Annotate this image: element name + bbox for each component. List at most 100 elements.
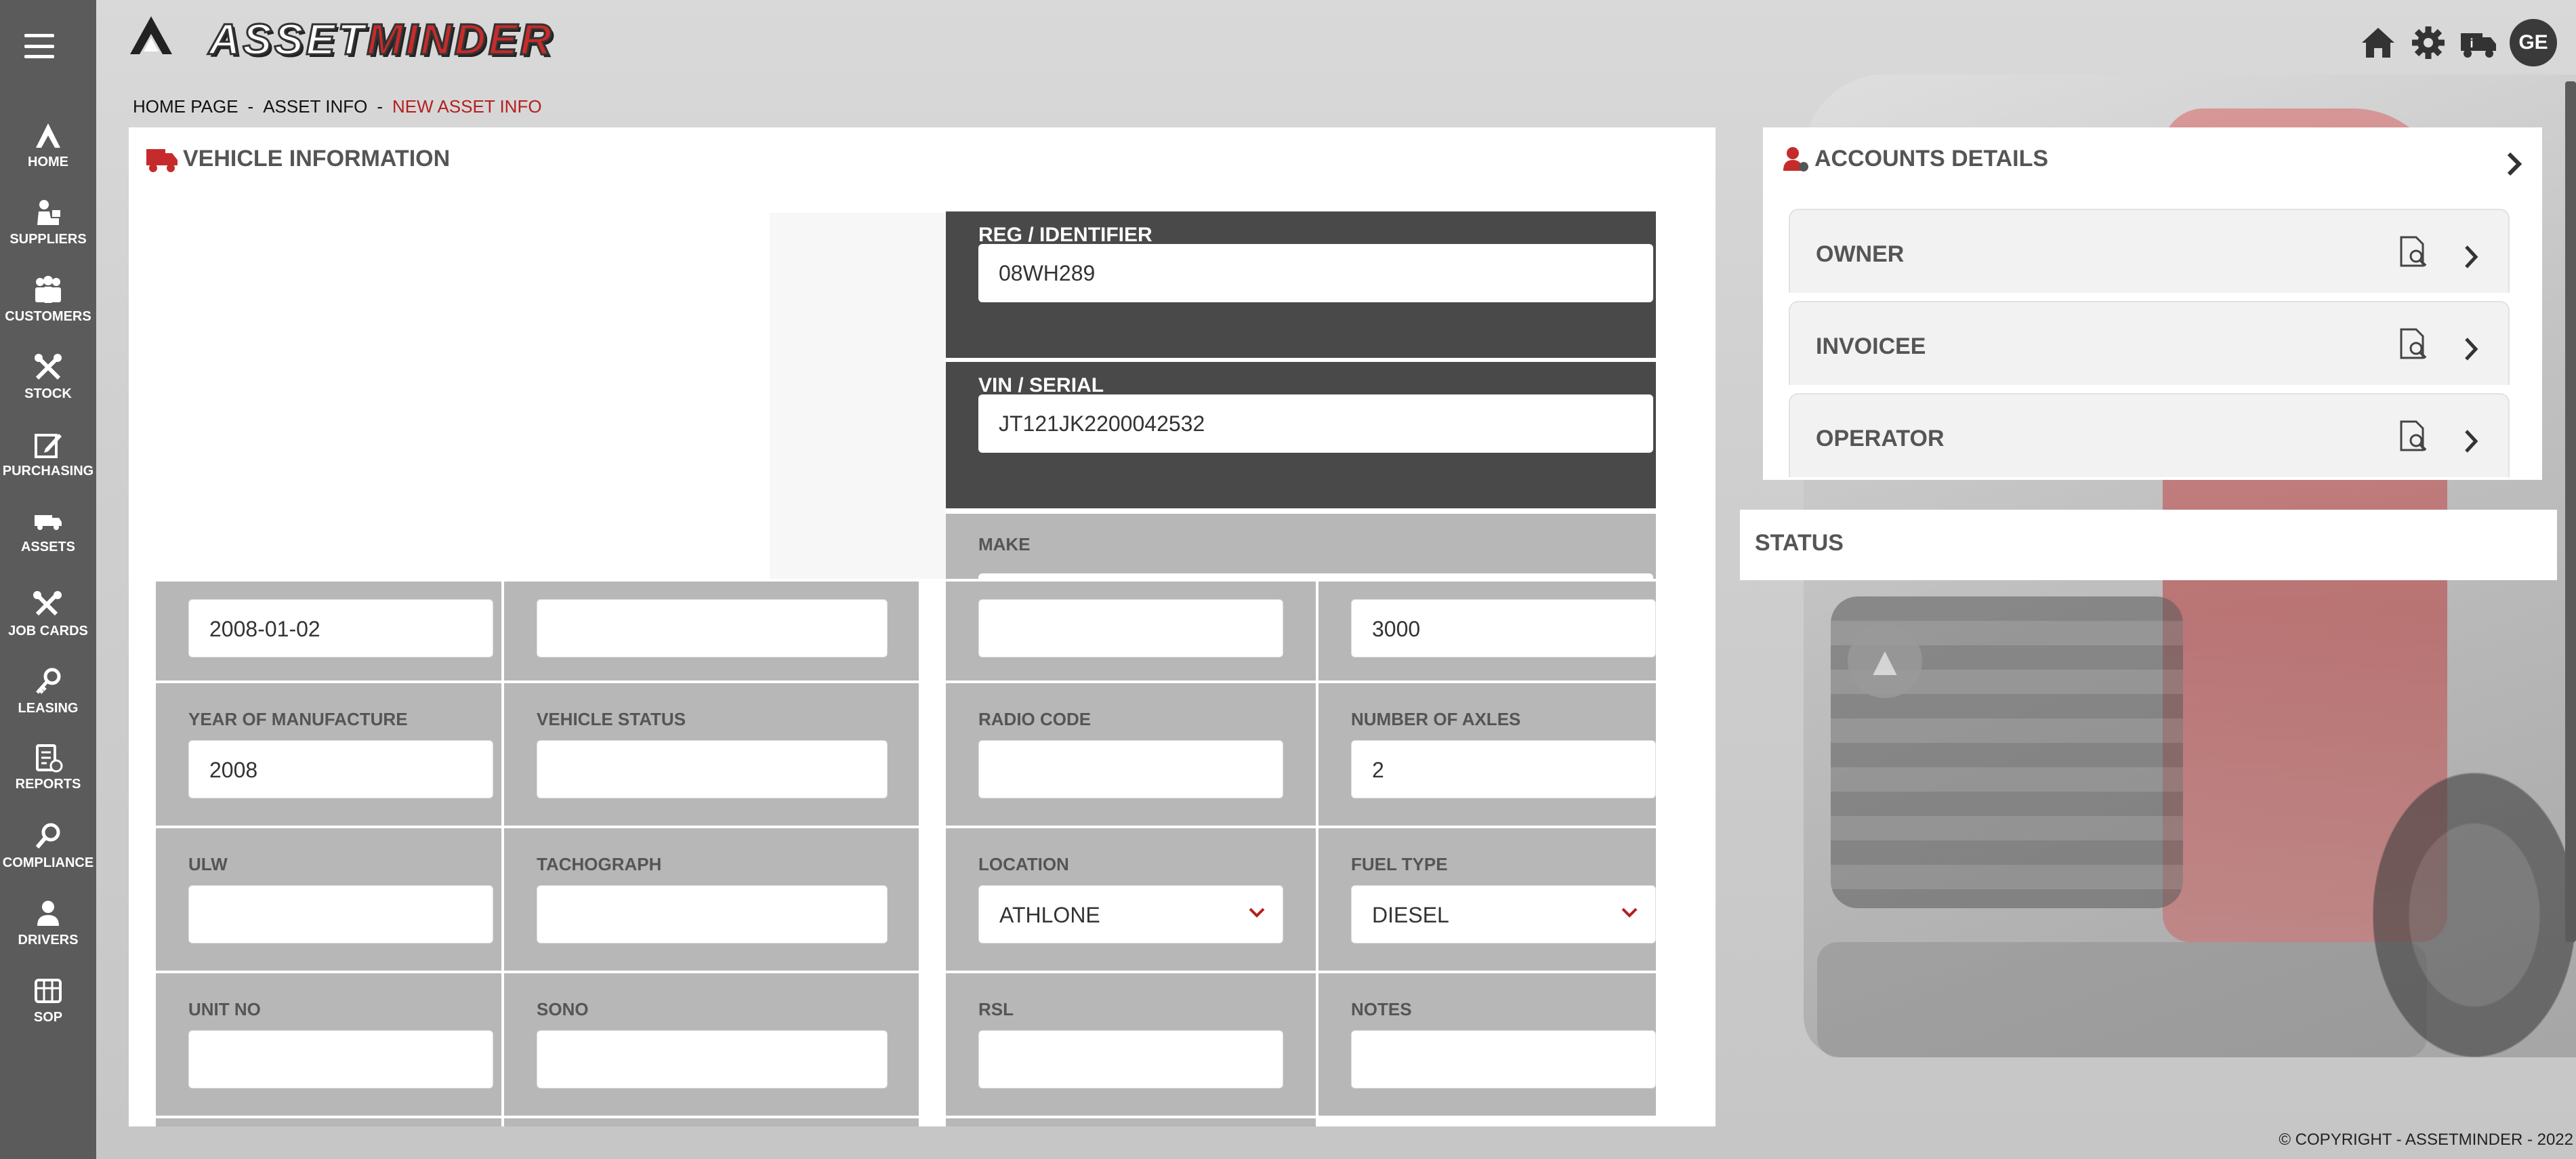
sono-input[interactable]: [537, 1030, 888, 1089]
page-scrollbar[interactable]: [2565, 81, 2576, 942]
sidebar-item-label: ASSETS: [20, 540, 76, 554]
svg-text:i: i: [2470, 37, 2473, 50]
sidebar-item-label: HOME: [28, 155, 68, 169]
chevron-right-icon[interactable]: [2506, 150, 2523, 178]
next-row-cell: [946, 1118, 1316, 1126]
settings-gear-icon[interactable]: [2409, 24, 2447, 62]
truck-wheel-shape: [2373, 773, 2576, 1057]
sidebar-item-assets[interactable]: ASSETS: [0, 506, 96, 555]
status-panel: STATUS: [1740, 510, 2557, 580]
sidebar-item-label: STOCK: [24, 386, 72, 401]
accounts-details-panel: ACCOUNTS DETAILS OWNER INVOICEE OPERATOR: [1763, 127, 2542, 480]
sidebar-item-sop[interactable]: SOP: [0, 976, 96, 1025]
first-registration-input[interactable]: 2008-01-02: [188, 599, 493, 657]
wordmark-asset: ASSET: [207, 14, 367, 65]
account-user-icon: [1783, 147, 1808, 171]
purchasing-icon: [35, 434, 62, 458]
vehicle-image-placeholder[interactable]: [156, 213, 946, 579]
vehicle-image-frame: [156, 213, 770, 579]
fuel-type-select[interactable]: DIESEL: [1351, 885, 1656, 943]
assetminder-logo-icon[interactable]: [127, 14, 175, 57]
accounts-details-title-text: ACCOUNTS DETAILS: [1814, 145, 2049, 171]
document-search-icon[interactable]: [2398, 420, 2428, 453]
account-row-owner[interactable]: OWNER: [1789, 209, 2510, 293]
sidebar-item-label: COMPLIANCE: [2, 855, 94, 870]
sidebar-item-reports[interactable]: REPORTS: [0, 743, 96, 792]
location-select[interactable]: ATHLONE: [978, 885, 1283, 943]
ulw-group: ULW: [156, 828, 501, 971]
wordmark-minder: MINDER: [366, 14, 554, 65]
chevron-right-icon: [2465, 338, 2478, 361]
account-row-operator[interactable]: OPERATOR: [1789, 393, 2510, 477]
assetminder-wordmark: ASSETMINDER: [207, 14, 552, 65]
sidebar-item-label: SUPPLIERS: [9, 232, 87, 247]
reports-icon: [36, 744, 63, 773]
sidebar-item-home[interactable]: HOME: [0, 121, 96, 170]
sidebar-item-leasing[interactable]: LEASING: [0, 667, 96, 716]
vin-serial-input[interactable]: JT121JK2200042532: [978, 394, 1653, 453]
breadcrumb-asset-info[interactable]: ASSET INFO: [263, 96, 367, 117]
sidebar-item-label: DRIVERS: [18, 933, 79, 948]
account-row-label: OPERATOR: [1816, 426, 1945, 451]
row1-col2-input[interactable]: [537, 599, 888, 657]
year-of-manufacture-input[interactable]: 2008: [188, 740, 493, 798]
unit-no-input[interactable]: [188, 1030, 493, 1089]
vehicle-status-label: VEHICLE STATUS: [537, 709, 686, 729]
row1-col3-input[interactable]: [978, 599, 1283, 657]
sidebar-item-compliance[interactable]: COMPLIANCE: [0, 821, 96, 871]
breadcrumb-home[interactable]: HOME PAGE: [133, 96, 238, 117]
fuel-type-label: FUEL TYPE: [1351, 854, 1448, 874]
next-row-cell: [504, 1118, 919, 1126]
ulw-label: ULW: [188, 854, 228, 874]
vehicle-status-input[interactable]: [537, 740, 888, 798]
sidebar-item-stock[interactable]: STOCK: [0, 352, 96, 402]
sidebar-item-job-cards[interactable]: JOB CARDS: [0, 590, 96, 639]
assets-icon: [35, 515, 62, 530]
sono-group: SONO: [504, 973, 919, 1116]
sidebar-item-label: JOB CARDS: [8, 624, 88, 638]
vehicle-information-panel: VEHICLE INFORMATION REG / IDENTIFIER 08W…: [129, 127, 1716, 1126]
make-input[interactable]: [978, 573, 1653, 579]
document-search-icon[interactable]: [2398, 236, 2428, 268]
sidebar-item-purchasing[interactable]: PURCHASING: [0, 430, 96, 479]
sidebar-item-customers[interactable]: CUSTOMERS: [0, 275, 96, 325]
location-label: LOCATION: [978, 854, 1069, 874]
document-search-icon[interactable]: [2398, 328, 2428, 361]
breadcrumb-current: NEW ASSET INFO: [392, 96, 542, 117]
breadcrumb-separator: -: [247, 96, 254, 117]
home-icon[interactable]: [2359, 24, 2397, 62]
location-select-value: ATHLONE: [999, 903, 1100, 927]
row1-col3-group: [946, 582, 1316, 680]
sidebar-item-label: PURCHASING: [2, 464, 94, 479]
ulw-input[interactable]: [188, 885, 493, 943]
drivers-icon: [37, 901, 59, 926]
sidebar-item-suppliers[interactable]: SUPPLIERS: [0, 198, 96, 247]
radio-code-label: RADIO CODE: [978, 709, 1092, 729]
reg-identifier-input[interactable]: 08WH289: [978, 244, 1653, 302]
sidebar-item-label: SOP: [33, 1010, 63, 1025]
make-group: MAKE: [946, 514, 1656, 579]
red-truck-icon: [146, 149, 178, 172]
tachograph-input[interactable]: [537, 885, 888, 943]
chevron-right-icon: [2465, 245, 2478, 268]
notes-input[interactable]: [1351, 1030, 1656, 1089]
header-toolbar: i GE: [2359, 19, 2557, 66]
vehicle-panel-title-text: VEHICLE INFORMATION: [183, 145, 451, 171]
sidebar-item-drivers[interactable]: DRIVERS: [0, 899, 96, 948]
status-title: STATUS: [1755, 530, 1844, 556]
unit-no-group: UNIT NO: [156, 973, 501, 1116]
account-row-invoicee[interactable]: INVOICEE: [1789, 301, 2510, 385]
number-of-axles-input[interactable]: 2: [1351, 740, 1656, 798]
rsl-label: RSL: [978, 999, 1014, 1019]
user-avatar[interactable]: GE: [2510, 19, 2557, 66]
rsl-input[interactable]: [978, 1030, 1283, 1089]
tachograph-group: TACHOGRAPH: [504, 828, 919, 971]
number-of-axles-group: NUMBER OF AXLES 2: [1318, 683, 1656, 826]
radio-code-input[interactable]: [978, 740, 1283, 798]
breadcrumb: HOME PAGE - ASSET INFO - NEW ASSET INFO: [133, 96, 542, 117]
menu-toggle-icon[interactable]: [24, 34, 54, 58]
row1-col4-input[interactable]: 3000: [1351, 599, 1656, 657]
sidebar-item-label: LEASING: [18, 701, 79, 716]
truck-info-icon[interactable]: i: [2459, 24, 2497, 62]
accounts-details-title: ACCOUNTS DETAILS: [1782, 144, 2048, 174]
